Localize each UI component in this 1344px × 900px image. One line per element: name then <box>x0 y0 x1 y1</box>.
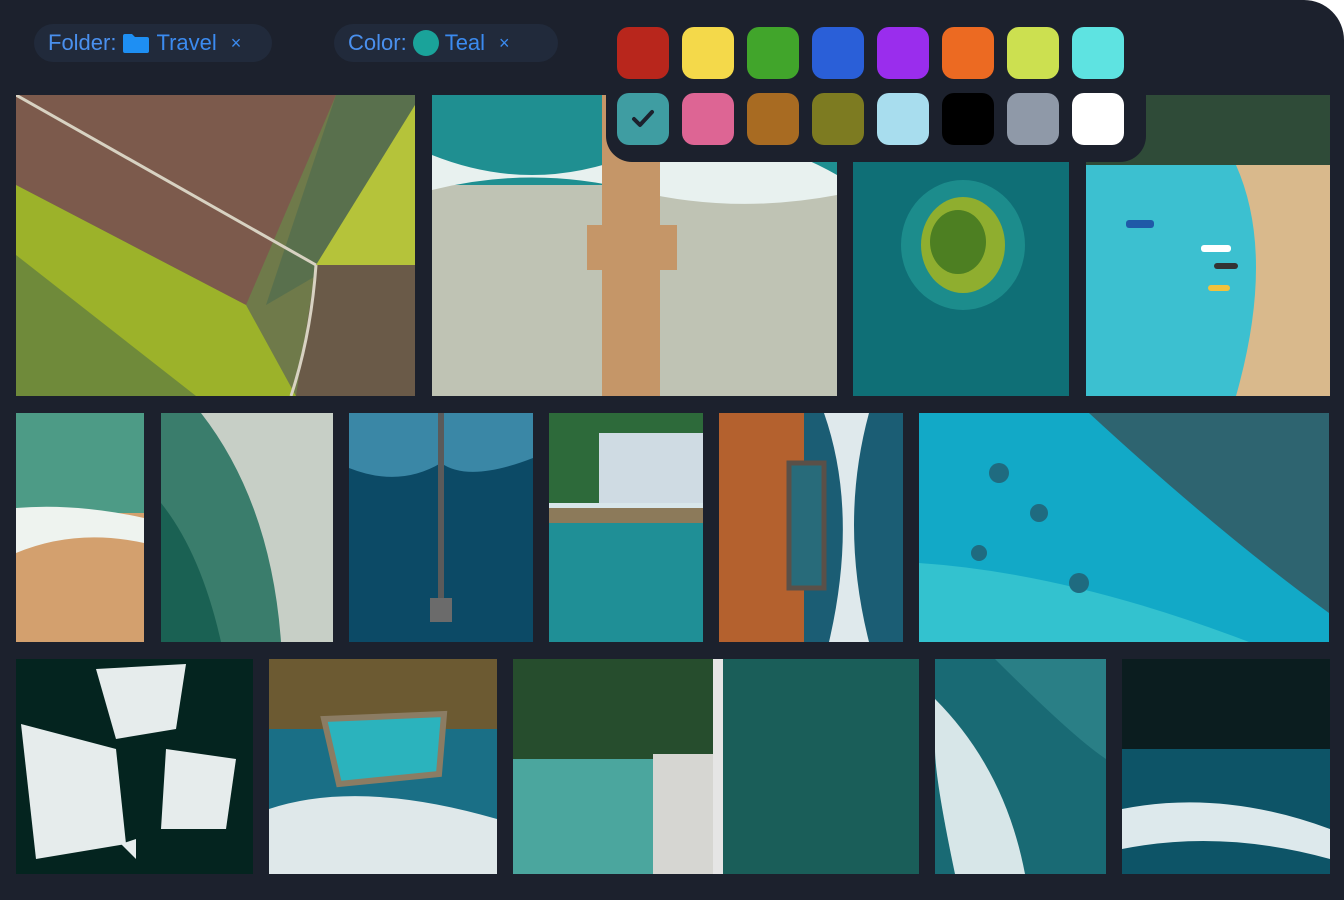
color-filter-value: Teal <box>444 30 486 55</box>
color-swatch-purple[interactable] <box>877 27 929 79</box>
color-filter-label: Color: <box>348 30 407 55</box>
folder-filter-label: Folder: <box>48 30 117 55</box>
photo-tile-infinity-pool[interactable] <box>549 413 703 642</box>
color-swatch-orange[interactable] <box>942 27 994 79</box>
color-swatch-pink[interactable] <box>682 93 734 145</box>
color-filter-chip[interactable]: Color: Teal × <box>334 24 558 62</box>
color-swatch-gray[interactable] <box>1007 93 1059 145</box>
teal-color-dot-icon <box>412 30 439 56</box>
color-swatch-red[interactable] <box>617 27 669 79</box>
photo-tile-island[interactable] <box>853 150 1069 396</box>
color-swatch-green[interactable] <box>747 27 799 79</box>
color-swatch-yellow[interactable] <box>682 27 734 79</box>
color-swatch-white[interactable] <box>1072 93 1124 145</box>
photo-tile-farm-fields[interactable] <box>16 95 415 396</box>
color-swatch-olive[interactable] <box>812 93 864 145</box>
photo-tile-ocean-pool[interactable] <box>269 659 497 874</box>
photo-tile-rock-pool[interactable] <box>719 413 903 642</box>
color-swatch-blue[interactable] <box>812 27 864 79</box>
color-swatch-brown[interactable] <box>747 93 799 145</box>
app-window: Folder: Travel × Color: Teal × <box>0 0 1344 900</box>
photo-tile-surf[interactable] <box>935 659 1106 874</box>
color-palette-popup <box>606 12 1146 162</box>
folder-icon <box>123 34 150 53</box>
photo-tile-reef[interactable] <box>919 413 1329 642</box>
color-swatch-black[interactable] <box>942 93 994 145</box>
photo-tile-icebergs[interactable] <box>16 659 253 874</box>
color-swatch-cyan[interactable] <box>1072 27 1124 79</box>
photo-tile-night-surf[interactable] <box>1122 659 1330 874</box>
color-swatch-light-blue[interactable] <box>877 93 929 145</box>
checkmark-icon <box>632 110 654 127</box>
photo-tile-wave-sand[interactable] <box>16 413 144 642</box>
remove-folder-filter-icon[interactable]: × <box>231 33 242 54</box>
remove-color-filter-icon[interactable]: × <box>499 33 510 54</box>
photo-tile-dam[interactable] <box>513 659 919 874</box>
folder-filter-chip[interactable]: Folder: Travel × <box>34 24 272 62</box>
photo-tile-river-delta[interactable] <box>161 413 333 642</box>
color-swatch-teal[interactable] <box>617 93 669 145</box>
folder-filter-value: Travel <box>156 30 217 55</box>
photo-tile-long-pier[interactable] <box>349 413 533 642</box>
color-swatch-lime[interactable] <box>1007 27 1059 79</box>
